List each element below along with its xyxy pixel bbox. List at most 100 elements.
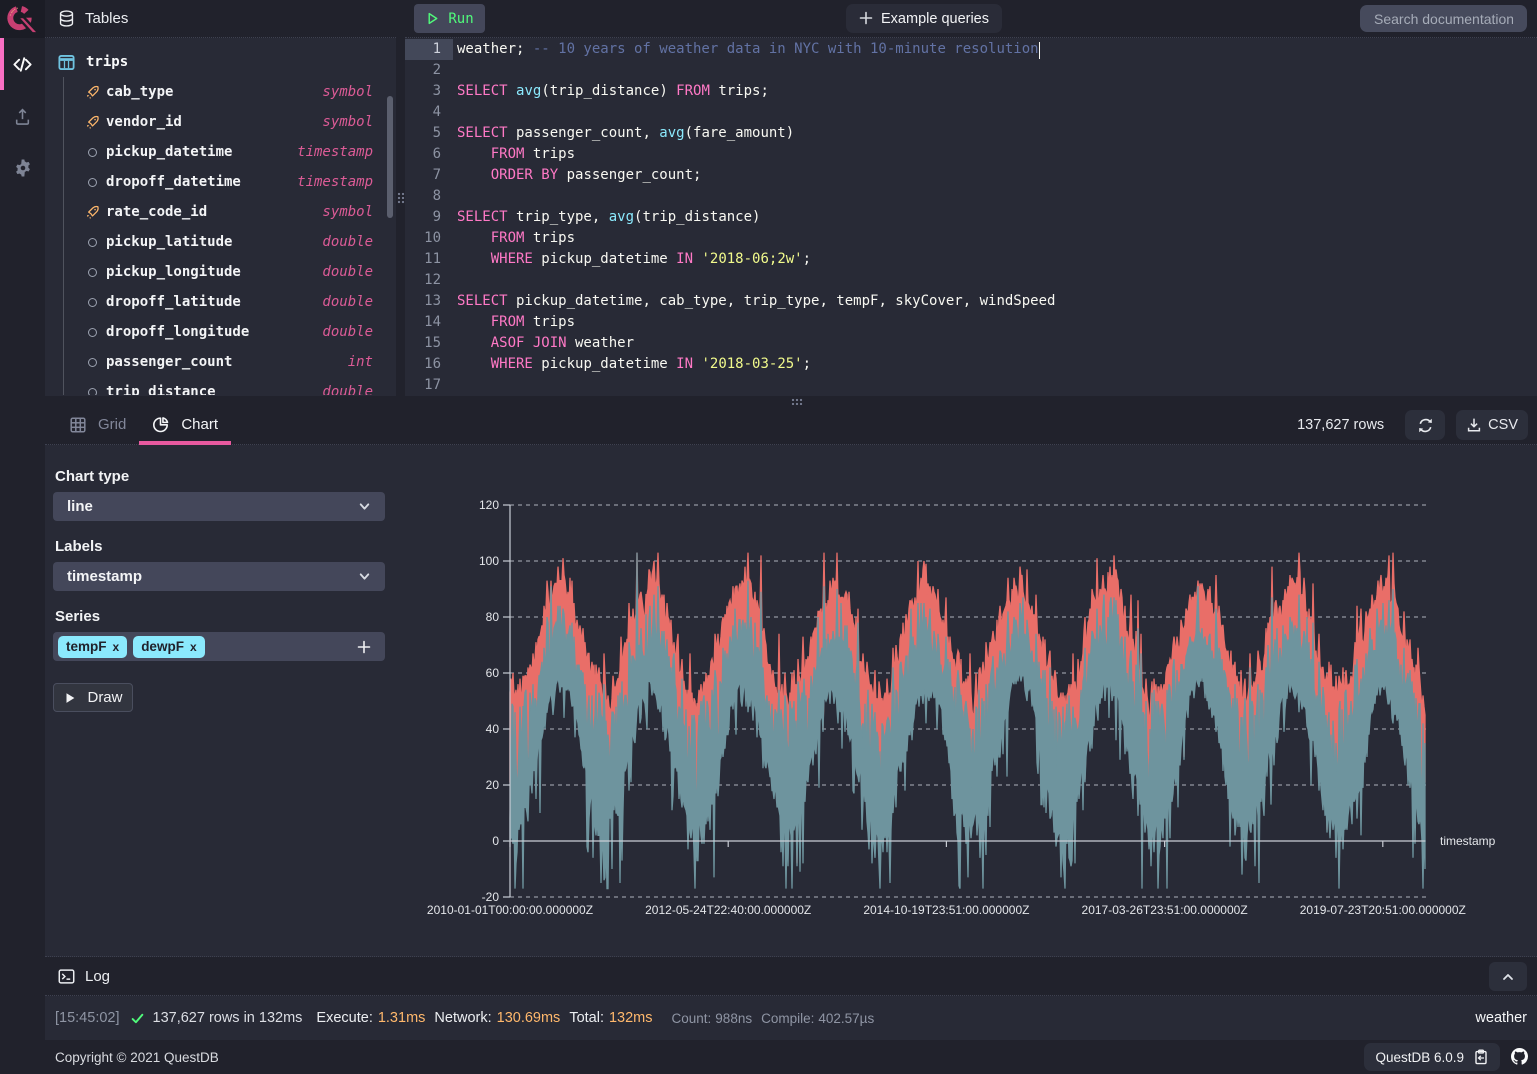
x-tick-label: 2017-03-26T23:51:00.000000Z — [1082, 903, 1248, 917]
schema-scrollbar[interactable] — [387, 96, 393, 218]
log-table-name: weather — [1475, 1010, 1527, 1026]
code-line-9: SELECT trip_type, avg(trip_distance) — [457, 207, 1537, 228]
column-name: pickup_latitude — [106, 234, 232, 250]
splitter-handle-icon — [397, 192, 405, 204]
code-line-14: FROM trips — [457, 312, 1537, 333]
nav-rail — [0, 0, 45, 1040]
version-label: QuestDB 6.0.9 — [1375, 1050, 1464, 1065]
series-chip-dewpF[interactable]: dewpFx — [133, 636, 204, 658]
column-name: trip_distance — [106, 384, 216, 395]
code-line-2 — [457, 60, 1537, 81]
refresh-button[interactable] — [1405, 410, 1445, 440]
run-button[interactable]: Run — [414, 4, 485, 33]
grid-icon — [70, 417, 86, 433]
code-line-15: ASOF JOIN weather — [457, 333, 1537, 354]
rocket-icon — [85, 115, 100, 130]
play-icon — [63, 691, 77, 705]
schema-column-vendor_id[interactable]: vendor_idsymbol — [45, 107, 396, 137]
column-name: dropoff_longitude — [106, 324, 249, 340]
code-line-4 — [457, 102, 1537, 123]
play-icon — [425, 11, 440, 26]
schema-column-dropoff_longitude[interactable]: dropoff_longitudedouble — [45, 317, 396, 347]
row-count: 137,627 rows — [1297, 417, 1384, 433]
remove-icon[interactable]: x — [113, 640, 120, 654]
tab-chart[interactable]: Chart — [139, 405, 231, 444]
chart-type-select[interactable]: line — [53, 492, 385, 521]
line-number: 3 — [405, 81, 453, 102]
line-number: 7 — [405, 165, 453, 186]
schema-column-dropoff_datetime[interactable]: dropoff_datetime timestamp — [45, 167, 396, 197]
y-tick-label: 20 — [486, 778, 500, 792]
code-line-3: SELECT avg(trip_distance) FROM trips; — [457, 81, 1537, 102]
circle-icon — [87, 237, 98, 248]
rail-item-console[interactable] — [0, 38, 45, 90]
tab-chart-label: Chart — [181, 416, 218, 433]
remove-icon[interactable]: x — [190, 640, 197, 654]
circle-icon — [87, 177, 98, 188]
schema-column-pickup_datetime[interactable]: pickup_datetimetimestamp — [45, 137, 396, 167]
table-row-trips[interactable]: trips — [45, 47, 396, 77]
column-name: cab_type — [106, 84, 173, 100]
schema-column-pickup_latitude[interactable]: pickup_latitudedouble — [45, 227, 396, 257]
github-icon[interactable] — [1511, 1048, 1528, 1065]
schema-column-pickup_longitude[interactable]: pickup_longitudedouble — [45, 257, 396, 287]
schema-column-rate_code_id[interactable]: rate_code_idsymbol — [45, 197, 396, 227]
line-number: 5 — [405, 123, 453, 144]
draw-button[interactable]: Draw — [53, 683, 133, 712]
rail-item-import[interactable] — [0, 90, 45, 142]
text-cursor — [1039, 42, 1041, 59]
circle-icon — [87, 387, 98, 396]
download-icon — [1466, 417, 1482, 433]
gear-icon — [13, 158, 33, 178]
csv-button[interactable]: CSV — [1456, 410, 1528, 440]
column-type: symbol — [322, 204, 373, 220]
schema-column-dropoff_latitude[interactable]: dropoff_latitudedouble — [45, 287, 396, 317]
log-header[interactable]: Log — [45, 957, 1537, 996]
chart-panel: Chart type line Labels timestamp Series … — [45, 445, 1537, 957]
plus-icon — [859, 11, 873, 25]
log-timestamp: [15:45:02] — [55, 1010, 120, 1026]
pie-chart-icon — [152, 416, 169, 433]
add-series-icon[interactable] — [357, 640, 371, 654]
circle-icon — [87, 297, 98, 308]
tab-grid[interactable]: Grid — [57, 405, 139, 444]
series-box[interactable]: tempFx dewpFx — [53, 632, 385, 661]
labels-select[interactable]: timestamp — [53, 562, 385, 591]
version-button[interactable]: QuestDB 6.0.9 — [1364, 1043, 1500, 1071]
y-tick-label: 0 — [492, 834, 499, 848]
horizontal-splitter[interactable] — [45, 396, 1537, 405]
line-number: 12 — [405, 270, 453, 291]
series-chip-tempF[interactable]: tempFx — [58, 636, 127, 658]
vertical-splitter[interactable] — [396, 0, 405, 396]
schema-columns: cab_typesymbolvendor_idsymbolpickup_date… — [45, 77, 396, 395]
rail-item-settings[interactable] — [0, 142, 45, 194]
sql-editor[interactable]: 1234567891011121314151617 weather; -- 10… — [405, 38, 1537, 395]
chevron-up-icon — [1501, 970, 1515, 984]
example-queries-button[interactable]: Example queries — [846, 4, 1002, 33]
log-collapse-button[interactable] — [1489, 962, 1527, 991]
schema-column-passenger_count[interactable]: passenger_countint — [45, 347, 396, 377]
count-value: 988ns — [715, 1011, 752, 1026]
code-line-6: FROM trips — [457, 144, 1537, 165]
chart-type-value: line — [67, 498, 93, 515]
column-name: vendor_id — [106, 114, 182, 130]
rocket-icon — [85, 85, 100, 100]
network-value: 130.69ms — [497, 1010, 561, 1026]
table-name: trips — [86, 54, 128, 70]
schema-column-trip_distance[interactable]: trip_distancedouble — [45, 377, 396, 395]
labels-label: Labels — [55, 538, 103, 555]
search-documentation-input[interactable] — [1360, 5, 1527, 32]
example-queries-label: Example queries — [881, 11, 989, 27]
column-type: timestamp — [297, 174, 373, 190]
editor-pane: Run Example queries 12345678910111213141… — [405, 0, 1537, 396]
line-number: 4 — [405, 102, 453, 123]
circle-icon — [87, 327, 98, 338]
code-line-10: FROM trips — [457, 228, 1537, 249]
column-name: dropoff_datetime — [106, 174, 241, 190]
column-name: dropoff_latitude — [106, 294, 241, 310]
schema-column-cab_type[interactable]: cab_typesymbol — [45, 77, 396, 107]
x-tick-label: 2019-07-23T20:51:00.000000Z — [1300, 903, 1466, 917]
x-tick-label: 2010-01-01T00:00:00.000000Z — [427, 903, 593, 917]
weather-line-chart[interactable]: 120100806040200-202010-01-01T00:00:00.00… — [420, 450, 1537, 945]
questdb-logo[interactable] — [0, 0, 45, 38]
